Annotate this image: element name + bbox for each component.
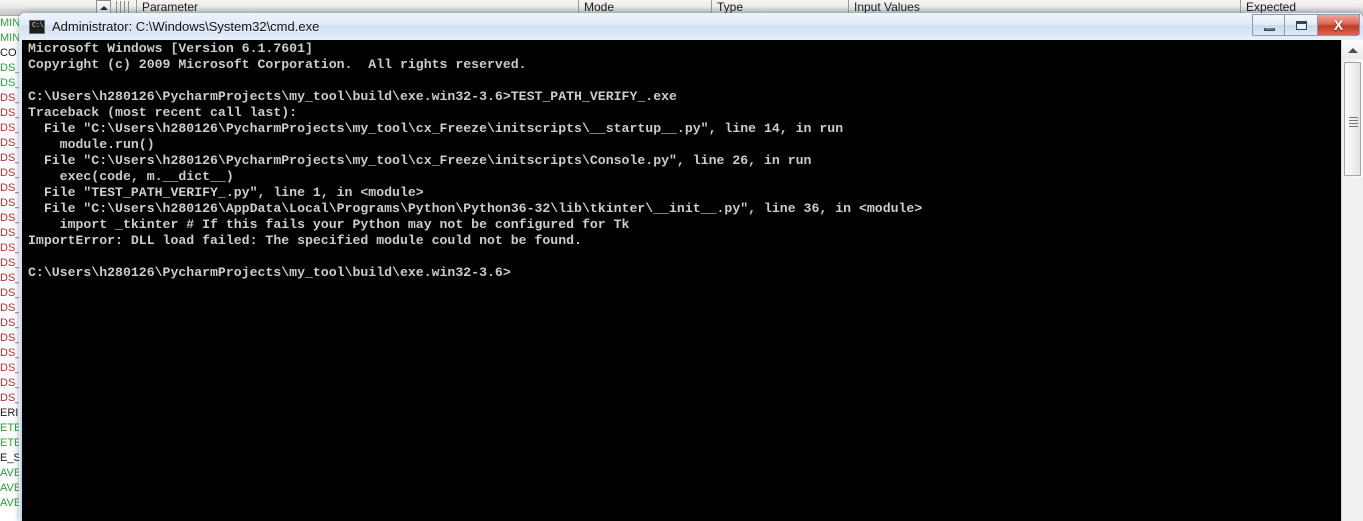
background-list-item-fragment[interactable]: ETE bbox=[0, 436, 21, 451]
cmd-console-icon: C:\_ bbox=[29, 20, 45, 34]
background-list-item-fragment[interactable]: DS_ bbox=[0, 271, 21, 286]
background-list-item-fragment[interactable]: DS_ bbox=[0, 181, 21, 196]
background-list-item-fragment[interactable]: MIN bbox=[0, 16, 20, 31]
cmd-console-output: Microsoft Windows [Version 6.1.7601] Cop… bbox=[28, 41, 923, 280]
background-list-item-fragment[interactable]: AVE bbox=[0, 466, 21, 481]
background-list-item-fragment[interactable]: DS_ bbox=[0, 376, 21, 391]
background-list-item-fragment[interactable]: DS_ bbox=[0, 301, 21, 316]
cmd-window[interactable]: C:\_ Administrator: C:\Windows\System32\… bbox=[19, 13, 1363, 521]
background-list-item-fragment[interactable]: DS_ bbox=[0, 346, 21, 361]
background-list-item-fragment[interactable]: DS_ bbox=[0, 106, 21, 121]
background-list-item-fragment[interactable]: ETE bbox=[0, 421, 21, 436]
background-list-item-fragment[interactable]: DS_ bbox=[0, 391, 21, 406]
cmd-window-title: Administrator: C:\Windows\System32\cmd.e… bbox=[52, 19, 320, 34]
background-list-item-fragment[interactable]: DS_ bbox=[0, 226, 21, 241]
background-list-item-fragment[interactable]: ERI bbox=[0, 406, 18, 421]
scrollbar-thumb[interactable] bbox=[1344, 62, 1361, 176]
close-button[interactable]: X bbox=[1318, 14, 1360, 36]
window-controls: X bbox=[1252, 14, 1360, 36]
background-list-item-fragment[interactable]: CO bbox=[0, 46, 17, 61]
background-list-item-fragment[interactable]: DS_ bbox=[0, 256, 21, 271]
maximize-button[interactable] bbox=[1285, 14, 1318, 36]
background-list-item-fragment[interactable]: DS_ bbox=[0, 151, 21, 166]
maximize-icon bbox=[1296, 21, 1307, 30]
scrollbar-track[interactable] bbox=[1342, 178, 1363, 521]
minimize-button[interactable] bbox=[1252, 14, 1285, 36]
cmd-title-bar[interactable]: C:\_ Administrator: C:\Windows\System32\… bbox=[19, 13, 1363, 40]
background-list-item-fragment[interactable]: DS_ bbox=[0, 361, 21, 376]
background-list-item-fragment[interactable]: MIN bbox=[0, 31, 20, 46]
background-left-column-strip[interactable]: MIN MIN CO DS_ DS_ DS_ DS_ DS_ DS_ DS_ DS_ DS_ DS_ DS… bbox=[0, 16, 21, 521]
background-list-item-fragment[interactable]: DS_ bbox=[0, 91, 21, 106]
minimize-icon bbox=[1264, 28, 1275, 31]
background-list-item-fragment[interactable]: AVE bbox=[0, 481, 21, 496]
background-list-item-fragment[interactable]: E_S bbox=[0, 451, 21, 466]
background-list-item-fragment[interactable]: DS_ bbox=[0, 166, 21, 181]
background-list-item-fragment[interactable]: AVE bbox=[0, 496, 21, 511]
background-list-item-fragment[interactable]: DS_ bbox=[0, 286, 21, 301]
background-list-item-fragment[interactable]: DS_ bbox=[0, 61, 21, 76]
background-list-item-fragment[interactable]: DS_ bbox=[0, 136, 21, 151]
background-list-item-fragment[interactable]: DS_ bbox=[0, 76, 21, 91]
background-list-item-fragment[interactable]: DS_ bbox=[0, 211, 21, 226]
scrollbar-up-arrow-icon[interactable] bbox=[1342, 40, 1363, 59]
background-list-item-fragment[interactable]: DS_ bbox=[0, 121, 21, 136]
cmd-vertical-scrollbar[interactable] bbox=[1341, 40, 1363, 521]
cmd-console-client-area[interactable]: Microsoft Windows [Version 6.1.7601] Cop… bbox=[22, 40, 1360, 521]
close-icon: X bbox=[1333, 17, 1344, 33]
background-list-item-fragment[interactable]: DS_ bbox=[0, 196, 21, 211]
background-list-item-fragment[interactable]: DS_ bbox=[0, 241, 21, 256]
background-list-item-fragment[interactable]: DS_ bbox=[0, 316, 21, 331]
background-list-item-fragment[interactable]: DS_ bbox=[0, 331, 21, 346]
cmd-console-icon-glyph: C:\_ bbox=[32, 22, 44, 30]
